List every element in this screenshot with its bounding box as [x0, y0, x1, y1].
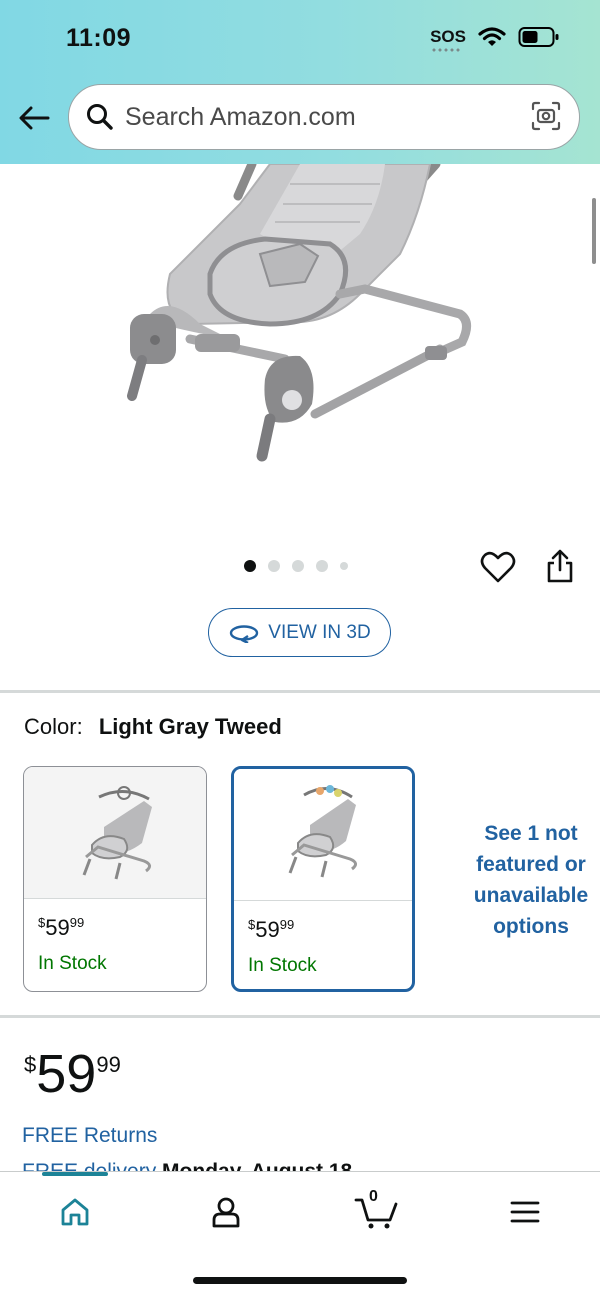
free-returns-link[interactable]: FREE Returns: [22, 1124, 157, 1148]
swatch-price-fraction: 99: [279, 917, 295, 932]
carousel-dot[interactable]: [292, 560, 304, 572]
sos-indicator: SOS: [430, 27, 466, 52]
back-arrow-icon[interactable]: [16, 100, 52, 136]
search-bar[interactable]: [68, 84, 580, 150]
view-in-3d-button[interactable]: VIEW IN 3D: [208, 608, 391, 657]
camera-search-icon[interactable]: [529, 99, 563, 133]
carousel-dot[interactable]: [244, 560, 256, 572]
nav-home[interactable]: [55, 1192, 95, 1232]
color-selected-value: Light Gray Tweed: [98, 714, 282, 739]
status-icons: SOS: [430, 26, 560, 52]
nav-menu[interactable]: [505, 1192, 545, 1232]
see-unavailable-options-link[interactable]: See 1 not featured or unavailable option…: [464, 818, 598, 942]
section-divider: [0, 690, 600, 693]
swatch-image: [24, 767, 206, 899]
product-price: $ 59 99: [24, 1046, 121, 1102]
view-in-3d-label: VIEW IN 3D: [268, 621, 371, 643]
section-divider: [0, 1015, 600, 1018]
swatch-price-whole: 59: [255, 917, 280, 942]
swatch-price: $5999: [248, 917, 294, 943]
price-whole: 59: [36, 1044, 97, 1104]
sos-label: SOS: [430, 27, 466, 46]
image-carousel-dots[interactable]: [244, 560, 348, 572]
person-icon: [212, 1197, 240, 1228]
product-image[interactable]: [0, 164, 600, 544]
scroll-indicator[interactable]: [592, 198, 596, 264]
color-swatch-option[interactable]: $5999 In Stock: [23, 766, 207, 992]
price-symbol: $: [24, 1052, 37, 1077]
swatch-price: $5999: [38, 915, 84, 941]
color-selection: Color: Light Gray Tweed: [24, 714, 282, 740]
swatch-price-whole: 59: [45, 915, 70, 940]
cart-count: 0: [369, 1188, 378, 1205]
carousel-dot[interactable]: [268, 560, 280, 572]
share-icon[interactable]: [544, 548, 576, 584]
search-input[interactable]: [125, 102, 505, 132]
wifi-icon: [478, 27, 506, 46]
color-swatch-option-selected[interactable]: $5999 In Stock: [231, 766, 415, 992]
swatch-image: [234, 769, 412, 901]
swatch-stock-status: In Stock: [38, 953, 107, 974]
cellular-dots-icon: [431, 48, 462, 52]
carousel-dot[interactable]: [316, 560, 328, 572]
nav-cart[interactable]: 0: [354, 1188, 398, 1232]
carousel-dot[interactable]: [340, 562, 348, 570]
nav-account[interactable]: [206, 1192, 246, 1232]
search-icon: [83, 100, 117, 134]
swatch-price-fraction: 99: [69, 915, 85, 930]
color-label: Color:: [24, 714, 83, 739]
status-time: 11:09: [66, 24, 132, 52]
home-indicator-bar: [193, 1277, 407, 1284]
hamburger-menu-icon: [510, 1201, 540, 1223]
baby-bouncer-illustration: [127, 164, 471, 462]
active-tab-indicator: [42, 1172, 108, 1176]
battery-icon: [518, 27, 559, 47]
heart-icon[interactable]: [480, 550, 516, 584]
home-icon: [61, 1198, 89, 1226]
price-fraction: 99: [96, 1052, 121, 1077]
header: 11:09 SOS: [0, 0, 600, 164]
swatch-stock-status: In Stock: [248, 955, 317, 976]
rotate-3d-icon: [230, 624, 259, 643]
